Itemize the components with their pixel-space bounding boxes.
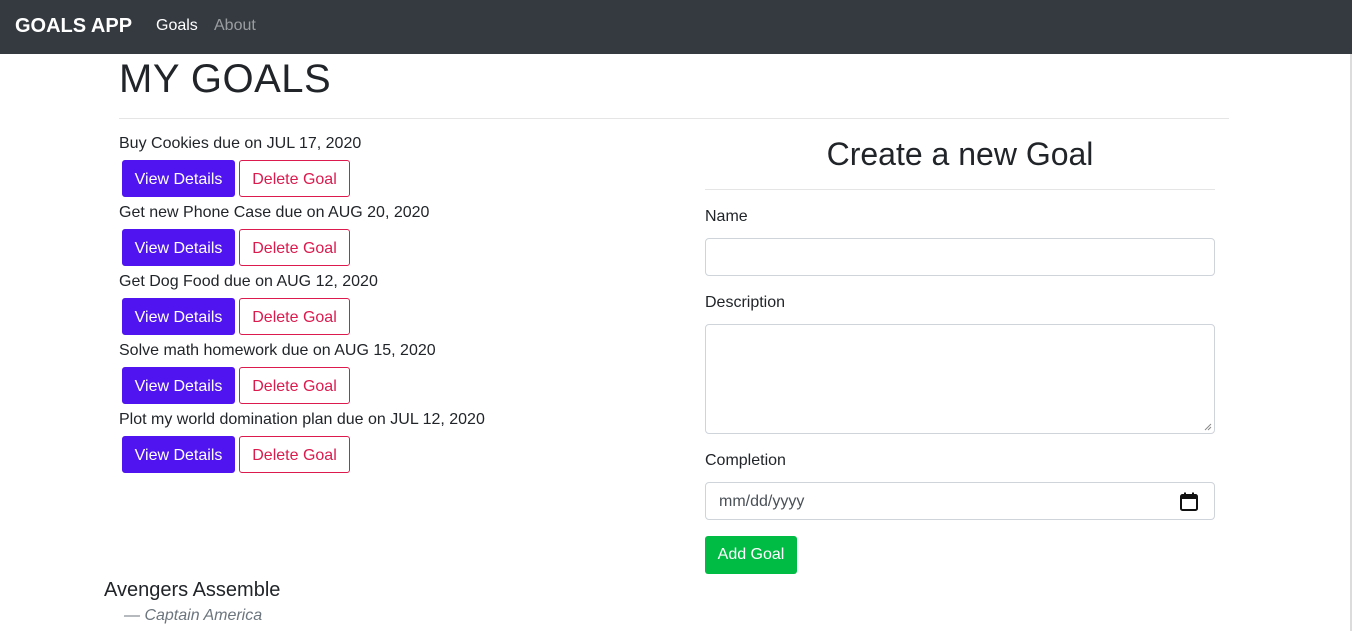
resize-grip-icon[interactable] (1204, 423, 1212, 431)
delete-goal-button[interactable]: Delete Goal (239, 436, 350, 473)
description-label: Description (705, 294, 786, 311)
form-divider (705, 189, 1215, 190)
description-textarea[interactable] (705, 324, 1215, 434)
goal-text: Plot my world domination plan due on JUL… (119, 411, 485, 428)
goal-item: Get new Phone Case due on AUG 20, 2020 V… (119, 203, 679, 272)
add-goal-button[interactable]: Add Goal (705, 536, 797, 574)
brand-logo[interactable]: GOALS APP (15, 13, 132, 39)
navbar: GOALS APP Goals About (0, 0, 1352, 54)
goal-text: Solve math homework due on AUG 15, 2020 (119, 342, 436, 359)
calendar-icon[interactable] (1180, 492, 1198, 511)
completion-label: Completion (705, 452, 786, 469)
goal-text: Get Dog Food due on AUG 12, 2020 (119, 273, 378, 290)
view-details-button[interactable]: View Details (122, 436, 235, 473)
delete-goal-button[interactable]: Delete Goal (239, 367, 350, 404)
goal-text: Buy Cookies due on JUL 17, 2020 (119, 135, 362, 152)
delete-goal-button[interactable]: Delete Goal (239, 229, 350, 266)
name-label: Name (705, 208, 748, 225)
title-divider (119, 118, 1229, 119)
goal-text: Get new Phone Case due on AUG 20, 2020 (119, 204, 430, 221)
view-details-button[interactable]: View Details (122, 160, 235, 197)
nav-link-about[interactable]: About (214, 15, 256, 37)
goal-item: Plot my world domination plan due on JUL… (119, 410, 679, 479)
quote-text: Avengers Assemble (104, 579, 281, 601)
view-details-button[interactable]: View Details (122, 367, 235, 404)
view-details-button[interactable]: View Details (122, 298, 235, 335)
nav-link-goals[interactable]: Goals (156, 15, 198, 37)
goal-item: Get Dog Food due on AUG 12, 2020 View De… (119, 272, 679, 341)
view-details-button[interactable]: View Details (122, 229, 235, 266)
form-title: Create a new Goal (826, 136, 1094, 172)
goal-item: Solve math homework due on AUG 15, 2020 … (119, 341, 679, 410)
page-title: MY GOALS (119, 57, 332, 101)
goal-item: Buy Cookies due on JUL 17, 2020 View Det… (119, 134, 679, 203)
name-input[interactable] (705, 238, 1215, 276)
completion-date-input[interactable]: mm/dd/yyyy (705, 482, 1215, 520)
delete-goal-button[interactable]: Delete Goal (239, 160, 350, 197)
quote-author: — Captain America (124, 607, 263, 624)
date-placeholder: mm/dd/yyyy (719, 493, 805, 510)
delete-goal-button[interactable]: Delete Goal (239, 298, 350, 335)
